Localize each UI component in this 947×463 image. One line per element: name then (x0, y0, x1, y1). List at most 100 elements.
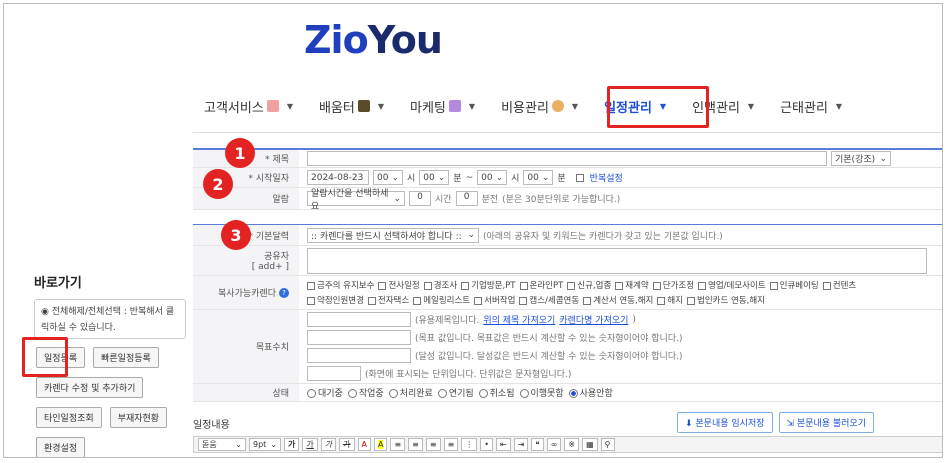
checkbox[interactable] (519, 281, 528, 290)
copy-calendar-option[interactable]: 금주의 유지보수 (307, 281, 374, 291)
special-char-button[interactable]: ※ (564, 438, 580, 451)
copy-calendar-option[interactable]: 기업방문,PT (461, 281, 516, 291)
zioyou-logo[interactable]: ZioYou (304, 18, 443, 62)
copy-calendar-option[interactable]: 전자택스 (367, 296, 409, 306)
radio[interactable] (437, 389, 447, 398)
status-option[interactable]: 이행못함 (519, 386, 564, 399)
copy-calendar-option[interactable]: 전사일정 (378, 281, 420, 291)
alarm-minutes-input[interactable]: 0 (455, 191, 478, 206)
radio[interactable] (388, 389, 398, 398)
target-goal-input[interactable] (307, 330, 411, 345)
settings-button[interactable]: 환경설정 (36, 437, 86, 457)
status-option[interactable]: 작업중 (347, 386, 384, 399)
title-input[interactable] (307, 151, 827, 166)
radio[interactable] (478, 389, 488, 398)
copy-calendar-option[interactable]: 온라인PT (519, 281, 563, 291)
radio[interactable] (519, 389, 529, 398)
copy-calendar-option[interactable]: 계산서 연동,해지 (583, 296, 653, 306)
status-option[interactable]: 연기됨 (437, 386, 474, 399)
checkbox[interactable] (698, 281, 707, 290)
save-temp-button[interactable]: ⬇ 본문내용 임시저장 (677, 412, 773, 433)
underline-button[interactable]: 가 (302, 438, 318, 451)
copy-calendar-option[interactable]: 서버작업 (474, 296, 515, 306)
checkbox[interactable] (769, 281, 778, 290)
nav-attendance[interactable]: 근태관리 ▼ (780, 97, 842, 116)
checkbox[interactable] (307, 296, 315, 305)
get-calendar-name-link[interactable]: 카렌다명 가져오기 (559, 313, 628, 326)
calendar-edit-button[interactable]: 카렌다 수정 및 추가하기 (36, 377, 144, 398)
text-color-button[interactable]: A (357, 438, 371, 451)
copy-calendar-option[interactable]: 신규,업종 (567, 281, 611, 291)
bullet-list-button[interactable]: • (480, 438, 493, 451)
target-title-input[interactable] (307, 312, 411, 327)
checkbox[interactable] (687, 296, 695, 305)
checkbox[interactable] (657, 296, 666, 305)
copy-calendar-option[interactable]: 단가조정 (652, 281, 694, 291)
status-option[interactable]: 처리완료 (388, 386, 433, 399)
indent-button[interactable]: ⇥ (513, 438, 529, 451)
checkbox[interactable] (378, 281, 387, 290)
checkbox[interactable] (413, 296, 422, 305)
status-option[interactable]: 사용안함 (568, 386, 613, 399)
checkbox[interactable] (474, 296, 483, 305)
copy-calendar-option[interactable]: 캠스/세콤연동 (519, 296, 579, 306)
copy-calendar-option[interactable]: 컨텐츠 (822, 281, 856, 291)
checkbox[interactable] (822, 281, 831, 290)
checkbox[interactable] (307, 281, 315, 290)
nav-customer-service[interactable]: 고객서비스 ▼ (204, 97, 293, 116)
quote-button[interactable]: ❝ (531, 438, 544, 451)
sharer-input[interactable] (307, 247, 927, 274)
checkbox[interactable] (615, 281, 624, 290)
bg-color-button[interactable]: A (373, 438, 388, 451)
checkbox[interactable] (652, 281, 661, 290)
status-option[interactable]: 취소됨 (478, 386, 515, 399)
title-style-select[interactable]: 기본(강조) ⌄ (831, 151, 891, 166)
bold-button[interactable]: 가 (284, 438, 300, 451)
ordered-list-button[interactable]: ⋮ (461, 438, 478, 451)
align-right-button[interactable]: ≡ (425, 438, 441, 451)
font-select[interactable]: 돋움 ⌄ (198, 438, 246, 451)
copy-calendar-option[interactable]: 약정인원변경 (307, 296, 364, 306)
checkbox[interactable] (567, 281, 576, 290)
checkbox[interactable] (367, 296, 376, 305)
checkbox[interactable] (519, 296, 528, 305)
strike-button[interactable]: 가 (339, 438, 355, 451)
absentee-button[interactable]: 부재자현황 (109, 407, 168, 428)
status-option[interactable]: 대기중 (307, 386, 343, 399)
get-title-link[interactable]: 위의 제목 가져오기 (483, 313, 555, 326)
sharer-add-link[interactable]: [ add+ ] (252, 262, 289, 272)
radio[interactable] (307, 389, 316, 398)
outdent-button[interactable]: ⇤ (496, 438, 511, 451)
checkbox[interactable] (461, 281, 470, 290)
others-schedule-button[interactable]: 타인일정조회 (36, 407, 102, 428)
load-temp-button[interactable]: ⇲ 본문내용 불러오기 (778, 412, 875, 433)
radio[interactable] (568, 389, 578, 398)
size-select[interactable]: 9pt ⌄ (249, 438, 281, 451)
nav-expense[interactable]: 비용관리 ▼ (501, 97, 578, 116)
end-min-select[interactable]: 00 ⌄ (523, 170, 554, 185)
start-date-input[interactable]: 2024-08-23 (307, 170, 369, 185)
italic-button[interactable]: 가 (320, 438, 337, 451)
checkbox[interactable] (423, 281, 432, 290)
checkbox[interactable] (583, 296, 592, 305)
alarm-select[interactable]: 알람시간을 선택하세요 ⌄ (307, 189, 405, 212)
nav-marketing[interactable]: 마케팅 ▼ (410, 97, 475, 116)
justify-button[interactable]: ≡ (443, 438, 459, 451)
copy-calendar-option[interactable]: 경조사 (423, 281, 457, 291)
align-left-button[interactable]: ≡ (390, 438, 406, 451)
target-achieved-input[interactable] (307, 348, 411, 363)
align-center-button[interactable]: ≡ (408, 438, 423, 451)
radio[interactable] (347, 389, 357, 398)
copy-calendar-option[interactable]: 해지 (657, 296, 683, 306)
target-unit-input[interactable] (307, 366, 361, 381)
start-hour-select[interactable]: 00 ⌄ (373, 170, 403, 185)
link-button[interactable]: ∞ (546, 438, 562, 451)
repeat-checkbox[interactable] (575, 173, 584, 182)
copy-calendar-option[interactable]: 법인카드 연동,해지 (687, 296, 765, 306)
copy-calendar-option[interactable]: 영업/데모사이트 (698, 281, 766, 291)
alarm-hours-input[interactable]: 0 (409, 191, 431, 206)
copy-calendar-option[interactable]: 재계약 (615, 281, 649, 291)
quick-schedule-button[interactable]: 빠른일정등록 (93, 347, 159, 368)
start-min-select[interactable]: 00 ⌄ (419, 170, 450, 185)
end-hour-select[interactable]: 00 ⌄ (477, 170, 508, 185)
